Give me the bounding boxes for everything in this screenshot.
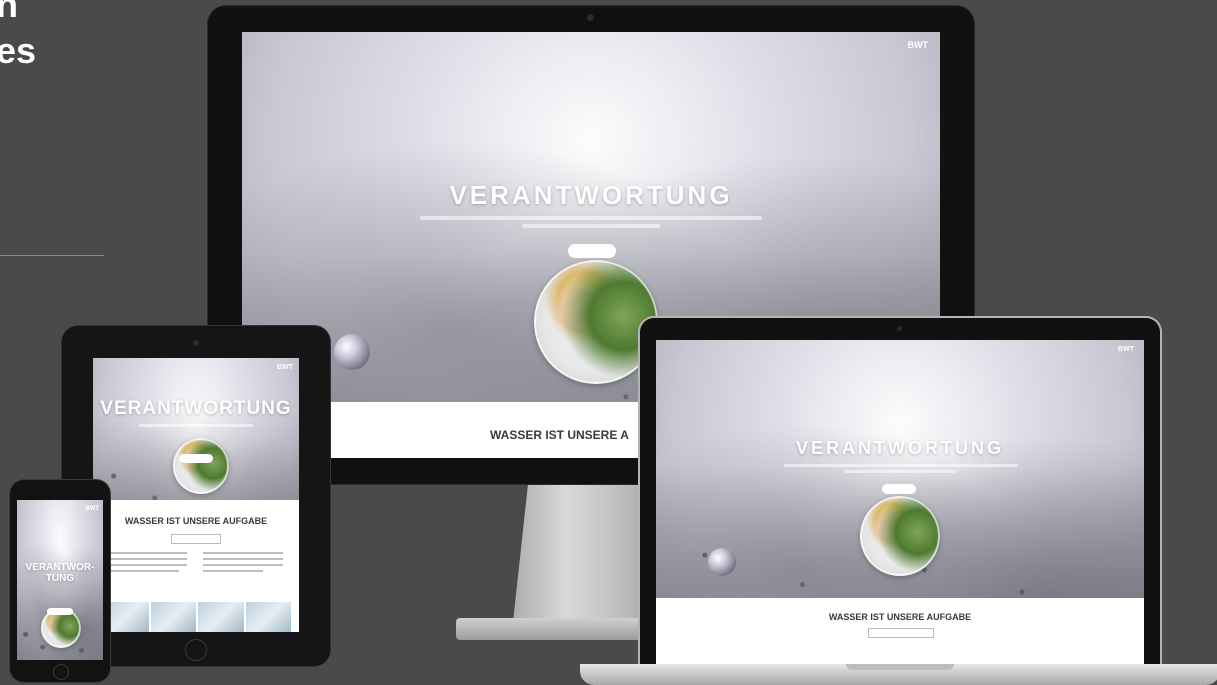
photo-strip	[103, 602, 291, 632]
brand-logo[interactable]: BWT	[908, 40, 929, 50]
body-text-line	[107, 564, 187, 566]
monitor-camera	[587, 14, 594, 21]
laptop-camera	[897, 326, 902, 331]
hero-button[interactable]	[882, 484, 916, 494]
divider-line	[0, 255, 104, 256]
hero-subtext-line	[139, 424, 253, 427]
body-text-line	[203, 564, 283, 566]
hero-orb-image	[860, 496, 940, 576]
tablet-screen: BWT VERANTWORTUNG WASSER IST UNSERE AUFG…	[93, 358, 299, 632]
water-drop-image	[708, 548, 736, 576]
page-heading: n es	[0, 0, 36, 74]
hero-orb-image	[173, 438, 229, 494]
hero-title: VERANTWORTUNG	[100, 398, 292, 419]
body-text-line	[107, 558, 187, 560]
body-text-line	[107, 570, 179, 572]
body-text-line	[203, 552, 283, 554]
brand-logo[interactable]: BWT	[85, 506, 99, 512]
body-text-line	[107, 552, 187, 554]
page-heading-line-2: es	[0, 30, 37, 71]
page-heading-line-1: n	[0, 0, 18, 25]
tablet-home-button	[185, 639, 207, 661]
phone-screen: BWT VERANTWOR- TUNG	[17, 500, 103, 660]
section-pill-button[interactable]	[868, 628, 934, 638]
laptop-notch	[846, 664, 954, 670]
body-text-line	[203, 570, 263, 572]
body-text-line	[203, 558, 283, 560]
hero-title-line-1: VERANTWOR-	[25, 562, 95, 573]
hero-subtext-line	[844, 470, 956, 473]
photo-thumbnail[interactable]	[245, 602, 291, 632]
brand-logo[interactable]: BWT	[277, 364, 293, 371]
tablet-camera	[193, 340, 199, 346]
hero-subtext-line	[420, 216, 762, 220]
hero-button[interactable]	[568, 244, 616, 258]
hero-title-line-2: TUNG	[45, 573, 75, 584]
section-pill-button[interactable]	[171, 534, 221, 544]
brand-logo[interactable]: BWT	[1118, 346, 1134, 353]
phone-device: BWT VERANTWOR- TUNG	[10, 480, 110, 682]
hero-button[interactable]	[179, 454, 213, 463]
photo-thumbnail[interactable]	[198, 602, 244, 632]
hero-subtext-line	[784, 464, 1018, 467]
hero-subtext-line	[522, 224, 660, 228]
water-drop-image	[334, 334, 370, 370]
section-title: WASSER IST UNSERE AUFGABE	[828, 612, 972, 622]
hero-title: VERANTWORTUNG	[796, 438, 1004, 458]
hero-title: VERANTWORTUNG	[449, 180, 733, 210]
photo-thumbnail[interactable]	[150, 602, 196, 632]
section-title: WASSER IST UNSERE A	[490, 428, 629, 442]
laptop-screen: BWT VERANTWORTUNG WASSER IST UNSERE AUFG…	[656, 340, 1144, 666]
section-title: WASSER IST UNSERE AUFGABE	[124, 516, 268, 526]
hero-button[interactable]	[47, 608, 73, 615]
phone-home-button	[53, 664, 69, 680]
laptop-device: BWT VERANTWORTUNG WASSER IST UNSERE AUFG…	[640, 318, 1160, 666]
